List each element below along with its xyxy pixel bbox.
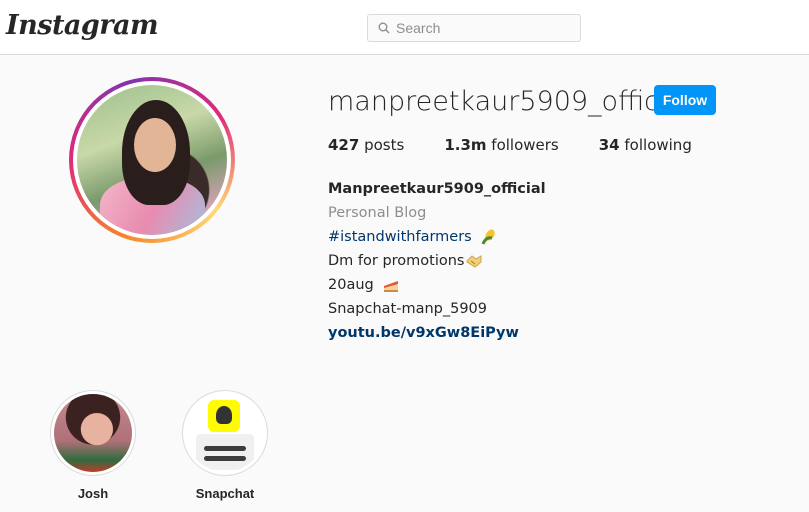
bio-external-link[interactable]: youtu.be/v9xGw8EiPyw [328, 321, 546, 345]
handshake-emoji-icon [466, 255, 481, 268]
bio-hashtag-link[interactable]: #istandwithfarmers [328, 229, 472, 245]
bio-hashtag-line: #istandwithfarmers [328, 225, 546, 249]
profile-avatar[interactable] [69, 77, 235, 243]
bio-snapchat-line: Snapchat-manp_5909 [328, 301, 488, 317]
followers-label: followers [491, 136, 559, 154]
avatar-photo [77, 85, 227, 235]
following-count: 34 [598, 136, 620, 154]
posts-label: posts [364, 136, 405, 154]
highlight-snapchat[interactable]: Snapchat [182, 390, 268, 501]
snapchat-code-icon [208, 400, 240, 432]
profile-category: Personal Blog [328, 205, 427, 221]
posts-count: 427 [328, 136, 360, 154]
followers-count: 1.3m [444, 136, 487, 154]
profile-username: manpreetkaur5909_official [328, 86, 691, 117]
bio-birthday-line: 20aug [328, 273, 546, 297]
search-box[interactable] [367, 14, 581, 42]
top-nav: Instagram [0, 0, 809, 55]
highlight-josh-cover [54, 394, 132, 472]
corn-emoji-icon [481, 229, 496, 245]
bio-promotions-line: Dm for promotions [328, 249, 546, 273]
posts-stat: 427 posts [328, 136, 404, 154]
instagram-logo[interactable]: Instagram [6, 10, 159, 41]
cake-emoji-icon [384, 281, 399, 292]
highlight-snapchat-cover [186, 394, 264, 472]
profile-stats: 427 posts 1.3m followers 34 following [328, 136, 732, 154]
highlight-josh[interactable]: Josh [50, 390, 136, 501]
following-label: following [624, 136, 692, 154]
profile-bio: Manpreetkaur5909_official Personal Blog … [328, 177, 546, 345]
search-icon [378, 22, 390, 34]
followers-stat[interactable]: 1.3m followers [444, 136, 558, 154]
following-stat[interactable]: 34 following [599, 136, 692, 154]
search-input[interactable] [396, 20, 566, 36]
highlight-label: Snapchat [195, 486, 255, 501]
follow-button[interactable]: Follow [654, 85, 716, 115]
profile-full-name: Manpreetkaur5909_official [328, 181, 546, 197]
highlight-label: Josh [77, 486, 109, 501]
